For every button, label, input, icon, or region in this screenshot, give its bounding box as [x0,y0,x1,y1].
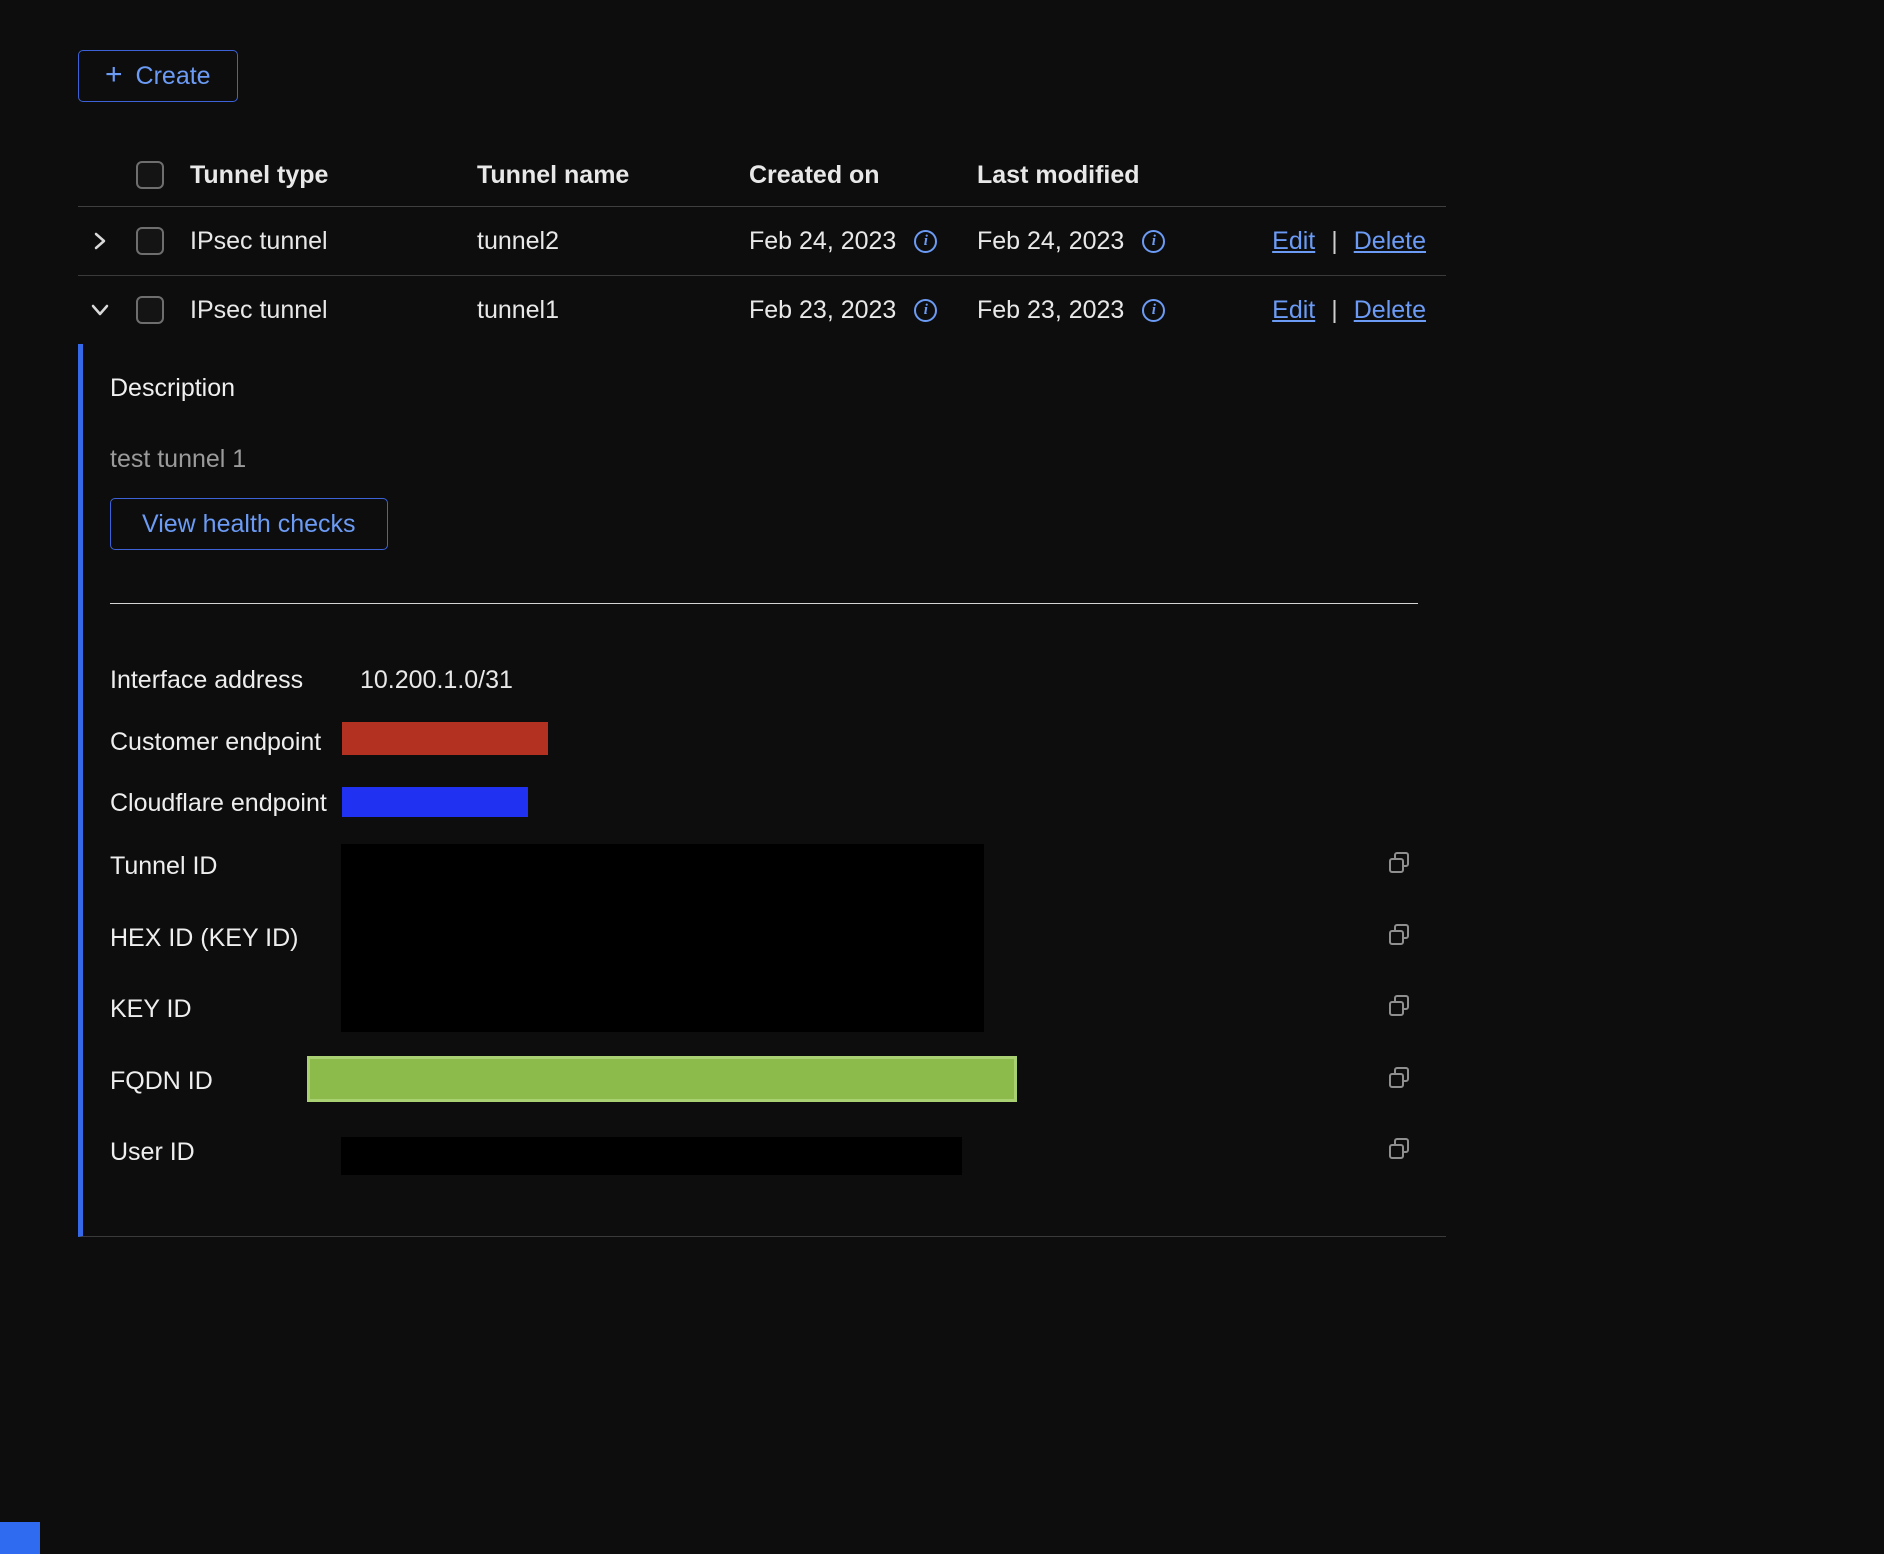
tunnel-details-panel: Description test tunnel 1 View health ch… [78,344,1446,1237]
chevron-right-icon [90,230,110,252]
table-row-tunnel2: IPsec tunnel tunnel2 Feb 24, 2023 i Feb … [78,207,1446,276]
copy-icon [1386,1065,1413,1092]
tunnels-table: Tunnel type Tunnel name Created on Last … [78,144,1446,1237]
col-header-tunnel-name: Tunnel name [465,161,737,190]
copy-tunnel-id-button[interactable] [1386,850,1413,880]
select-all-checkbox[interactable] [136,161,164,189]
create-button-label: Create [136,62,211,91]
col-header-created-on: Created on [737,161,965,190]
col-header-tunnel-type: Tunnel type [178,161,465,190]
delete-link[interactable]: Delete [1354,227,1426,256]
copy-hex-id-button[interactable] [1386,922,1413,952]
tunnel-type-cell: IPsec tunnel [178,296,465,325]
created-on-cell: Feb 23, 2023 [749,296,896,325]
key-id-label: KEY ID [110,995,192,1024]
user-id-redaction [341,1137,962,1175]
chevron-down-icon [89,300,111,320]
tunnel-name-cell: tunnel1 [465,296,737,325]
tunnel-id-label: Tunnel ID [110,852,217,881]
fqdn-id-label: FQDN ID [110,1067,213,1096]
interface-address-value: 10.200.1.0/31 [360,666,513,695]
collapse-row-button[interactable] [78,300,122,320]
info-icon[interactable]: i [1142,299,1165,322]
last-modified-cell: Feb 23, 2023 [977,296,1124,325]
copy-icon [1386,850,1413,877]
actions-separator: | [1331,296,1338,325]
tunnels-page: + Create Tunnel type Tunnel name Created… [0,0,1884,1237]
create-button[interactable]: + Create [78,50,238,102]
col-header-last-modified: Last modified [965,161,1205,190]
tunnel-type-cell: IPsec tunnel [178,227,465,256]
copy-icon [1386,922,1413,949]
bottom-left-blue-fragment [0,1522,40,1554]
delete-link[interactable]: Delete [1354,296,1426,325]
section-divider [110,603,1418,604]
table-header-row: Tunnel type Tunnel name Created on Last … [78,144,1446,207]
plus-icon: + [105,60,123,90]
fqdn-id-redaction [307,1056,1017,1102]
customer-endpoint-redaction [342,722,548,755]
created-on-cell: Feb 24, 2023 [749,227,896,256]
edit-link[interactable]: Edit [1272,227,1315,256]
description-label: Description [110,374,1418,403]
info-letter: i [1152,233,1156,250]
row-checkbox[interactable] [136,227,164,255]
tunnel-fields: Interface address 10.200.1.0/31 Customer… [110,646,1418,1208]
table-row-tunnel1: IPsec tunnel tunnel1 Feb 23, 2023 i Feb … [78,276,1446,344]
info-icon[interactable]: i [914,299,937,322]
edit-link[interactable]: Edit [1272,296,1315,325]
info-icon[interactable]: i [1142,230,1165,253]
info-letter: i [1152,302,1156,319]
info-letter: i [924,302,928,319]
copy-key-id-button[interactable] [1386,993,1413,1023]
copy-icon [1386,993,1413,1020]
copy-user-id-button[interactable] [1386,1136,1413,1166]
cloudflare-endpoint-redaction [342,787,528,817]
last-modified-cell: Feb 24, 2023 [977,227,1124,256]
expand-row-button[interactable] [78,230,122,252]
tunnel-name-cell: tunnel2 [465,227,737,256]
copy-icon [1386,1136,1413,1163]
row-checkbox[interactable] [136,296,164,324]
customer-endpoint-label: Customer endpoint [110,728,321,757]
view-health-checks-button[interactable]: View health checks [110,498,388,550]
copy-fqdn-id-button[interactable] [1386,1065,1413,1095]
tunnel-id-redaction [341,844,984,1032]
user-id-label: User ID [110,1138,195,1167]
hex-id-label: HEX ID (KEY ID) [110,924,298,953]
info-icon[interactable]: i [914,230,937,253]
actions-separator: | [1331,227,1338,256]
info-letter: i [924,233,928,250]
interface-address-label: Interface address [110,666,303,695]
cloudflare-endpoint-label: Cloudflare endpoint [110,789,327,818]
description-value: test tunnel 1 [110,445,1418,474]
